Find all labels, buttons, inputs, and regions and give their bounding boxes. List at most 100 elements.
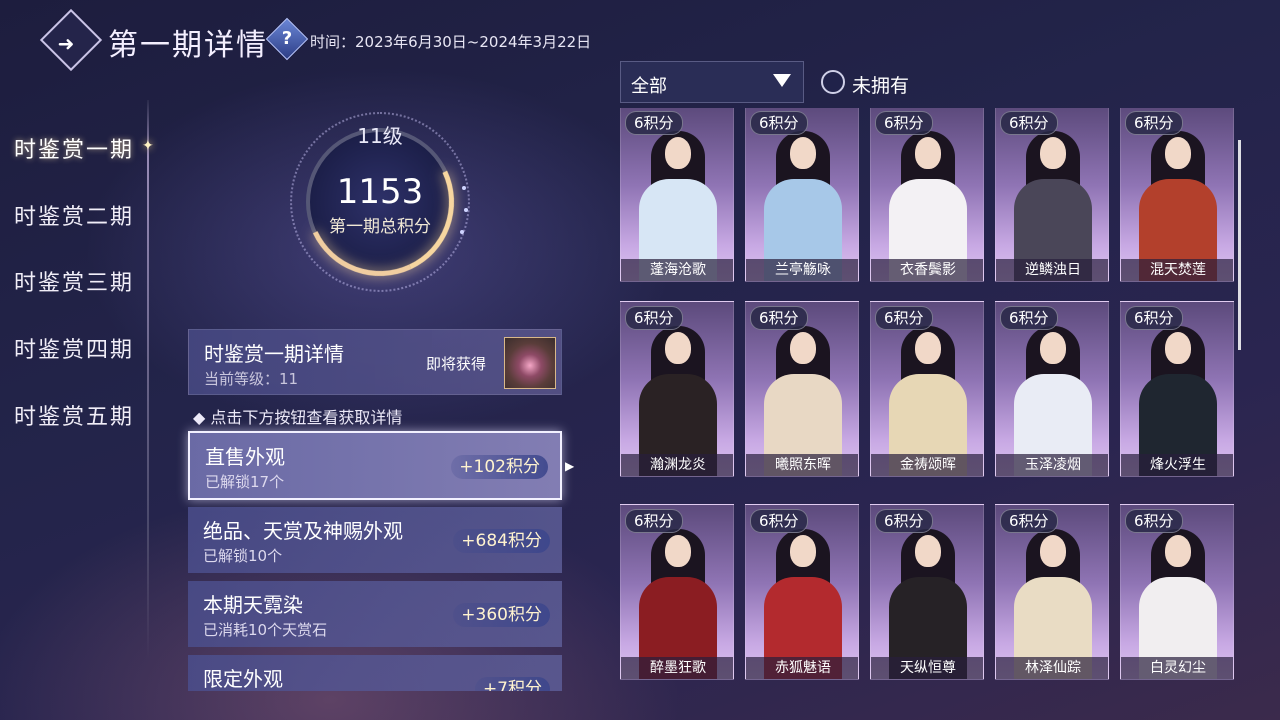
points-badge: 6积分 bbox=[625, 509, 683, 533]
points-badge: 6积分 bbox=[625, 306, 683, 330]
outfit-figure-face bbox=[1040, 535, 1066, 567]
outfit-card[interactable]: 6积分 玉泽凌烟 bbox=[995, 301, 1109, 477]
help-button[interactable]: ? bbox=[265, 17, 309, 61]
source-points: +684积分 bbox=[453, 529, 550, 553]
outfit-name: 烽火浮生 bbox=[1121, 454, 1233, 476]
outfit-card[interactable]: 6积分逆鳞浊日 bbox=[995, 108, 1109, 282]
outfit-card[interactable]: 6积分曦照东晖 bbox=[745, 301, 859, 477]
outfit-card[interactable]: 6积分蓬海沧歌 bbox=[620, 108, 734, 282]
outfit-card[interactable]: 6积分林泽仙踪 bbox=[995, 504, 1109, 680]
level-label: 11级 bbox=[357, 124, 403, 148]
outfit-card[interactable]: 6积分赤狐魅语 bbox=[745, 504, 859, 680]
tip-text: ◆ 点击下方按钮查看获取详情 bbox=[193, 408, 403, 427]
points-badge: 6积分 bbox=[750, 306, 808, 330]
outfit-figure-face bbox=[790, 535, 816, 567]
outfit-figure-face bbox=[1040, 137, 1066, 169]
outfit-card[interactable]: 6积分瀚渊龙炎 bbox=[620, 301, 734, 477]
back-arrow-icon: ➜ bbox=[57, 31, 75, 56]
outfit-name: 混天焚莲 bbox=[1121, 259, 1233, 281]
points-badge: 6积分 bbox=[1000, 509, 1058, 533]
period-detail-card[interactable]: 时鉴赏一期详情 当前等级：11 即将获得 bbox=[188, 329, 562, 395]
selected-arrow-icon: ▶ bbox=[565, 459, 575, 473]
back-button[interactable]: ➜ bbox=[39, 8, 103, 72]
outfit-card[interactable]: 6积分白灵幻尘 bbox=[1120, 504, 1234, 680]
outfit-name: 醉墨狂歌 bbox=[621, 657, 733, 679]
points-badge: 6积分 bbox=[875, 509, 933, 533]
outfit-figure-face bbox=[1165, 535, 1191, 567]
current-level: 当前等级：11 bbox=[204, 370, 299, 388]
outfit-card[interactable]: 6积分烽火浮生 bbox=[1120, 301, 1234, 477]
question-mark-icon: ? bbox=[281, 28, 293, 49]
page-title: 第一期详情 bbox=[108, 28, 268, 63]
source-sub: 已消耗10个天赏石 bbox=[203, 621, 328, 639]
category-dropdown[interactable]: 全部 bbox=[620, 61, 804, 103]
source-sub: 已解锁10个 bbox=[203, 547, 283, 565]
outfit-figure-face bbox=[915, 535, 941, 567]
nav-item-period-3[interactable]: 时鉴赏三期 bbox=[14, 265, 134, 297]
caret-down-icon bbox=[773, 74, 791, 87]
outfit-name: 金祷颂晖 bbox=[871, 454, 983, 476]
points-badge: 6积分 bbox=[750, 111, 808, 135]
nav-item-period-4[interactable]: 时鉴赏四期 bbox=[14, 332, 134, 364]
points-badge: 6积分 bbox=[750, 509, 808, 533]
source-title: 绝品、天赏及神赐外观 bbox=[203, 519, 403, 543]
coming-reward-label: 即将获得 bbox=[426, 355, 487, 373]
total-score: 1153 bbox=[336, 172, 424, 212]
outfit-name: 逆鳞浊日 bbox=[996, 259, 1108, 281]
unowned-radio[interactable] bbox=[821, 70, 845, 94]
source-title: 直售外观 bbox=[205, 445, 285, 469]
outfit-figure-face bbox=[665, 332, 691, 364]
outfit-figure-face bbox=[915, 332, 941, 364]
source-title: 本期天霓染 bbox=[203, 593, 303, 617]
nav-item-period-2[interactable]: 时鉴赏二期 bbox=[14, 199, 134, 231]
active-star-icon: ✦ bbox=[142, 138, 154, 154]
outfit-name: 兰亭觞咏 bbox=[746, 259, 858, 281]
nav-item-period-5[interactable]: 时鉴赏五期 bbox=[14, 399, 134, 431]
outfit-card[interactable]: 6积分醉墨狂歌 bbox=[620, 504, 734, 680]
source-row-premium[interactable]: 绝品、天赏及神赐外观 已解锁10个 +684积分 bbox=[188, 507, 562, 573]
outfit-name: 赤狐魅语 bbox=[746, 657, 858, 679]
points-badge: 6积分 bbox=[1125, 509, 1183, 533]
outfit-figure-face bbox=[665, 137, 691, 169]
source-row-direct-sale[interactable]: 直售外观 已解锁17个 +102积分 bbox=[188, 431, 562, 500]
outfit-figure-face bbox=[1165, 137, 1191, 169]
outfit-name: 曦照东晖 bbox=[746, 454, 858, 476]
points-badge: 6积分 bbox=[875, 111, 933, 135]
source-row-dye[interactable]: 本期天霓染 已消耗10个天赏石 +360积分 bbox=[188, 581, 562, 647]
unowned-label: 未拥有 bbox=[852, 75, 910, 97]
outfit-name: 白灵幻尘 bbox=[1121, 657, 1233, 679]
outfit-figure-face bbox=[1040, 332, 1066, 364]
score-ring: 11级 1153 第一期总积分 bbox=[285, 107, 475, 297]
total-score-label: 第一期总积分 bbox=[329, 217, 431, 237]
points-badge: 6积分 bbox=[1125, 111, 1183, 135]
outfit-card[interactable]: 6积分 天纵恒尊 bbox=[870, 504, 984, 680]
outfit-card[interactable]: 6积分衣香鬓影 bbox=[870, 108, 984, 282]
outfit-grid: 6积分 蓬海沧歌 6积分 兰亭觞咏 6积分 衣香鬓影 6积分 逆鳞浊日 6积分 混天焚莲 6积分 瀚渊… bbox=[618, 108, 1240, 692]
points-badge: 6积分 bbox=[625, 111, 683, 135]
outfit-card[interactable]: 6积分兰亭觞咏 bbox=[745, 108, 859, 282]
outfit-name: 瀚渊龙炎 bbox=[621, 454, 733, 476]
nav-item-period-1[interactable]: 时鉴赏一期 bbox=[14, 132, 134, 164]
outfit-card[interactable]: 6积分混天焚莲 bbox=[1120, 108, 1234, 282]
outfit-name: 蓬海沧歌 bbox=[621, 259, 733, 281]
source-title: 限定外观 bbox=[203, 667, 283, 691]
source-row-limited[interactable]: 限定外观 +7积分 bbox=[188, 655, 562, 691]
time-range: 时间：2023年6月30日~2024年3月22日 bbox=[310, 33, 592, 51]
outfit-figure-face bbox=[665, 535, 691, 567]
points-badge: 6积分 bbox=[1000, 306, 1058, 330]
points-badge: 6积分 bbox=[1000, 111, 1058, 135]
points-badge: 6积分 bbox=[1125, 306, 1183, 330]
reward-item-thumbnail[interactable] bbox=[504, 337, 556, 389]
outfit-figure-face bbox=[790, 332, 816, 364]
source-points: +360积分 bbox=[453, 603, 550, 627]
detail-title: 时鉴赏一期详情 bbox=[204, 342, 344, 366]
grid-scrollbar[interactable] bbox=[1238, 140, 1241, 350]
outfit-name: 衣香鬓影 bbox=[871, 259, 983, 281]
points-badge: 6积分 bbox=[875, 306, 933, 330]
outfit-name: 林泽仙踪 bbox=[996, 657, 1108, 679]
source-sub: 已解锁17个 bbox=[205, 473, 285, 491]
outfit-figure-face bbox=[915, 137, 941, 169]
dropdown-value: 全部 bbox=[631, 76, 667, 97]
outfit-card[interactable]: 6积分金祷颂晖 bbox=[870, 301, 984, 477]
nav-divider bbox=[147, 100, 149, 660]
